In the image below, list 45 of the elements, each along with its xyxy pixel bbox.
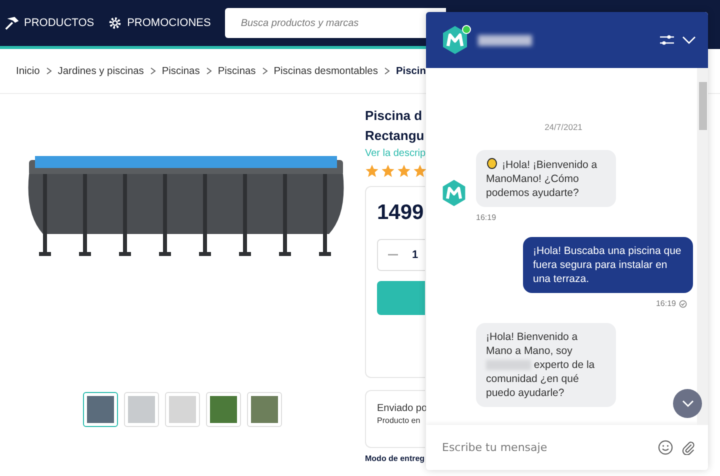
scrollbar[interactable]: [697, 68, 708, 425]
chevron-down-icon: [682, 400, 694, 408]
logo-icon: [440, 25, 470, 55]
quantity-field[interactable]: 1: [377, 239, 425, 271]
thumbnail[interactable]: [83, 392, 118, 427]
star-icon: [413, 164, 427, 178]
settings-icon: [108, 16, 122, 30]
message-time: 16:19: [656, 298, 676, 310]
chevron-right-icon: [44, 67, 53, 75]
breadcrumb-link[interactable]: Piscin: [396, 66, 426, 76]
breadcrumb-link[interactable]: Piscinas: [218, 66, 256, 76]
nav-link[interactable]: PRODUCTOS: [4, 16, 94, 30]
bot-message: ¡Hola! ¡Bienvenido a ManoMano! ¿Cómo podemos ayudarte?: [476, 150, 616, 207]
chevron-down-icon[interactable]: [682, 35, 696, 45]
chevron-right-icon: [204, 67, 213, 75]
product-title: Rectangu: [365, 127, 424, 145]
product-title: Piscina d: [365, 107, 422, 125]
sliders-icon[interactable]: [660, 34, 674, 46]
user-message: ¡Hola! Buscaba una piscina que fuera segura para instalar en una terraza.: [523, 237, 693, 293]
emoji-icon[interactable]: [658, 440, 673, 455]
hammer-icon: [4, 16, 19, 30]
paperclip-icon[interactable]: [681, 440, 696, 455]
stock-text: Producto en: [377, 416, 422, 425]
breadcrumb-link[interactable]: Jardines y piscinas: [58, 66, 144, 76]
scroll-down-button[interactable]: [673, 389, 702, 418]
bot-message: ¡Hola! Bienvenido a Mano a Mano, soy experto de la comunidad ¿en qué puedo ayudarle?: [476, 323, 616, 407]
chevron-right-icon: [382, 67, 391, 75]
message-time: 16:19: [476, 212, 498, 224]
breadcrumb-link[interactable]: Piscinas: [162, 66, 200, 76]
bot-avatar-icon: [440, 179, 468, 207]
search-field[interactable]: Busca productos y marcas: [224, 8, 446, 38]
star-icon: [381, 164, 395, 178]
minus-icon: [388, 254, 398, 256]
delivery-heading: Modo de entreg: [365, 454, 425, 463]
redacted-name: [478, 34, 532, 46]
chat-date: 24/7/2021: [544, 121, 582, 134]
chevron-right-icon: [148, 67, 157, 75]
price: 1499: [377, 201, 425, 225]
quantity-value: 1: [412, 249, 418, 261]
breadcrumb-link[interactable]: Piscinas desmontables: [274, 66, 378, 76]
breadcrumb-link[interactable]: Inicio: [16, 66, 40, 76]
star-icon: [365, 164, 379, 178]
chevron-right-icon: [260, 67, 269, 75]
nav-link[interactable]: PROMOCIONES: [108, 16, 211, 30]
star-icon: [397, 164, 411, 178]
